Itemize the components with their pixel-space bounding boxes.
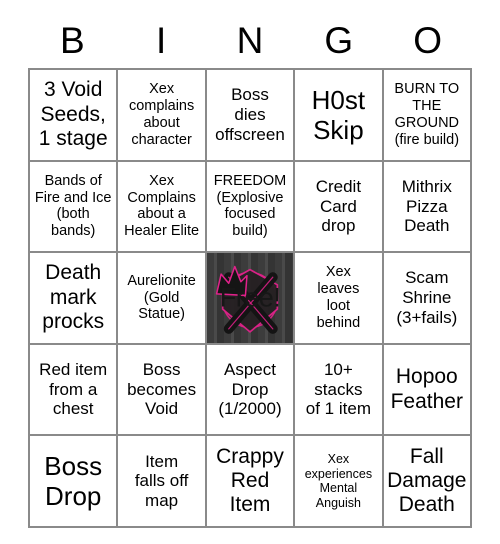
- bingo-cell[interactable]: BURN TO THE GROUND (fire build): [383, 70, 472, 162]
- bingo-cell[interactable]: Credit Card drop: [295, 161, 384, 254]
- bingo-cell-label: Aspect Drop (1/2000): [218, 360, 282, 419]
- bingo-cell-label: Bands of Fire and Ice (both bands): [34, 172, 112, 240]
- bingo-cell-label: Death mark procks: [42, 261, 105, 334]
- bingo-cell[interactable]: Crappy Red Item: [206, 436, 296, 528]
- header-letter-g: G: [324, 19, 354, 61]
- bingo-cell[interactable]: Fall Damage Death: [383, 436, 472, 528]
- bingo-cell[interactable]: Red item from a chest: [30, 344, 119, 437]
- bingo-cell[interactable]: Xex complains about character: [118, 70, 207, 162]
- header-letter-o: O: [413, 19, 442, 61]
- bingo-cell-label: Xex Complains about a Healer Elite: [124, 172, 200, 240]
- bingo-cell[interactable]: FREEDOM (Explosive focused build): [206, 161, 296, 254]
- bingo-cell[interactable]: Death mark procks: [30, 253, 119, 345]
- bingo-cell-label: Scam Shrine (3+fails): [396, 268, 458, 327]
- bingo-cell[interactable]: 10+ stacks of 1 item: [295, 344, 384, 437]
- bingo-cell-label: Aurelionite (Gold Statue): [127, 272, 196, 323]
- bingo-cell-label: Xex complains about character: [128, 81, 195, 148]
- bingo-cell-label: 10+ stacks of 1 item: [305, 360, 371, 419]
- bingo-cell-label: Xex leaves loot behind: [316, 264, 361, 331]
- bingo-cell[interactable]: Scam Shrine (3+fails): [383, 253, 472, 345]
- bingo-cell-label: Red item from a chest: [39, 360, 108, 419]
- bingo-cell-label: Item falls off map: [134, 451, 189, 511]
- bingo-cell[interactable]: Xex Complains about a Healer Elite: [118, 161, 207, 254]
- bingo-cell[interactable]: Aurelionite (Gold Statue): [118, 253, 207, 345]
- header-letter-n: N: [236, 19, 264, 61]
- bingo-cell[interactable]: 3 Void Seeds, 1 stage: [30, 70, 119, 162]
- free-space-label: Free!: [219, 282, 281, 313]
- bingo-cell[interactable]: H0st Skip: [295, 70, 384, 162]
- bingo-cell[interactable]: Boss becomes Void: [118, 344, 207, 437]
- bingo-cell-label: 3 Void Seeds, 1 stage: [38, 78, 108, 150]
- bingo-cell-label: Crappy Red Item: [216, 444, 284, 517]
- bingo-cell-label: Hopoo Feather: [390, 365, 463, 413]
- bingo-cell[interactable]: Xex leaves loot behind: [295, 253, 384, 345]
- bingo-card: B I N G O 3 Void Seeds, 1 stage Xex compl…: [0, 0, 500, 544]
- bingo-cell-label: Credit Card drop: [315, 176, 362, 236]
- bingo-cell[interactable]: Boss Drop: [30, 436, 119, 528]
- header-letter-b: B: [60, 19, 85, 61]
- bingo-cell-label: H0st Skip: [311, 84, 366, 145]
- bingo-cell-label: FREEDOM (Explosive focused build): [213, 172, 287, 240]
- bingo-cell-label: Boss becomes Void: [127, 360, 197, 419]
- bingo-cell-label: Xex experiences Mental Anguish: [304, 452, 373, 510]
- bingo-cell-label: Fall Damage Death: [387, 444, 467, 517]
- bingo-header: B I N G O: [28, 14, 472, 66]
- bingo-cell[interactable]: Bands of Fire and Ice (both bands): [30, 161, 119, 254]
- bingo-cell-label: Boss dies offscreen: [215, 85, 285, 144]
- bingo-cell-label: Boss Drop: [44, 451, 103, 512]
- bingo-cell[interactable]: Item falls off map: [118, 436, 207, 528]
- bingo-cell-label: BURN TO THE GROUND (fire build): [394, 81, 460, 148]
- bingo-cell[interactable]: Mithrix Pizza Death: [383, 161, 472, 254]
- header-letter-i: I: [156, 19, 167, 61]
- bingo-grid: 3 Void Seeds, 1 stage Xex complains about…: [28, 68, 472, 528]
- bingo-cell[interactable]: Aspect Drop (1/2000): [206, 344, 296, 437]
- bingo-free-space[interactable]: Free!: [206, 253, 296, 345]
- bingo-cell[interactable]: Xex experiences Mental Anguish: [295, 436, 384, 528]
- bingo-cell-label: Mithrix Pizza Death: [401, 176, 452, 236]
- bingo-cell[interactable]: Boss dies offscreen: [206, 70, 296, 162]
- bingo-cell[interactable]: Hopoo Feather: [383, 344, 472, 437]
